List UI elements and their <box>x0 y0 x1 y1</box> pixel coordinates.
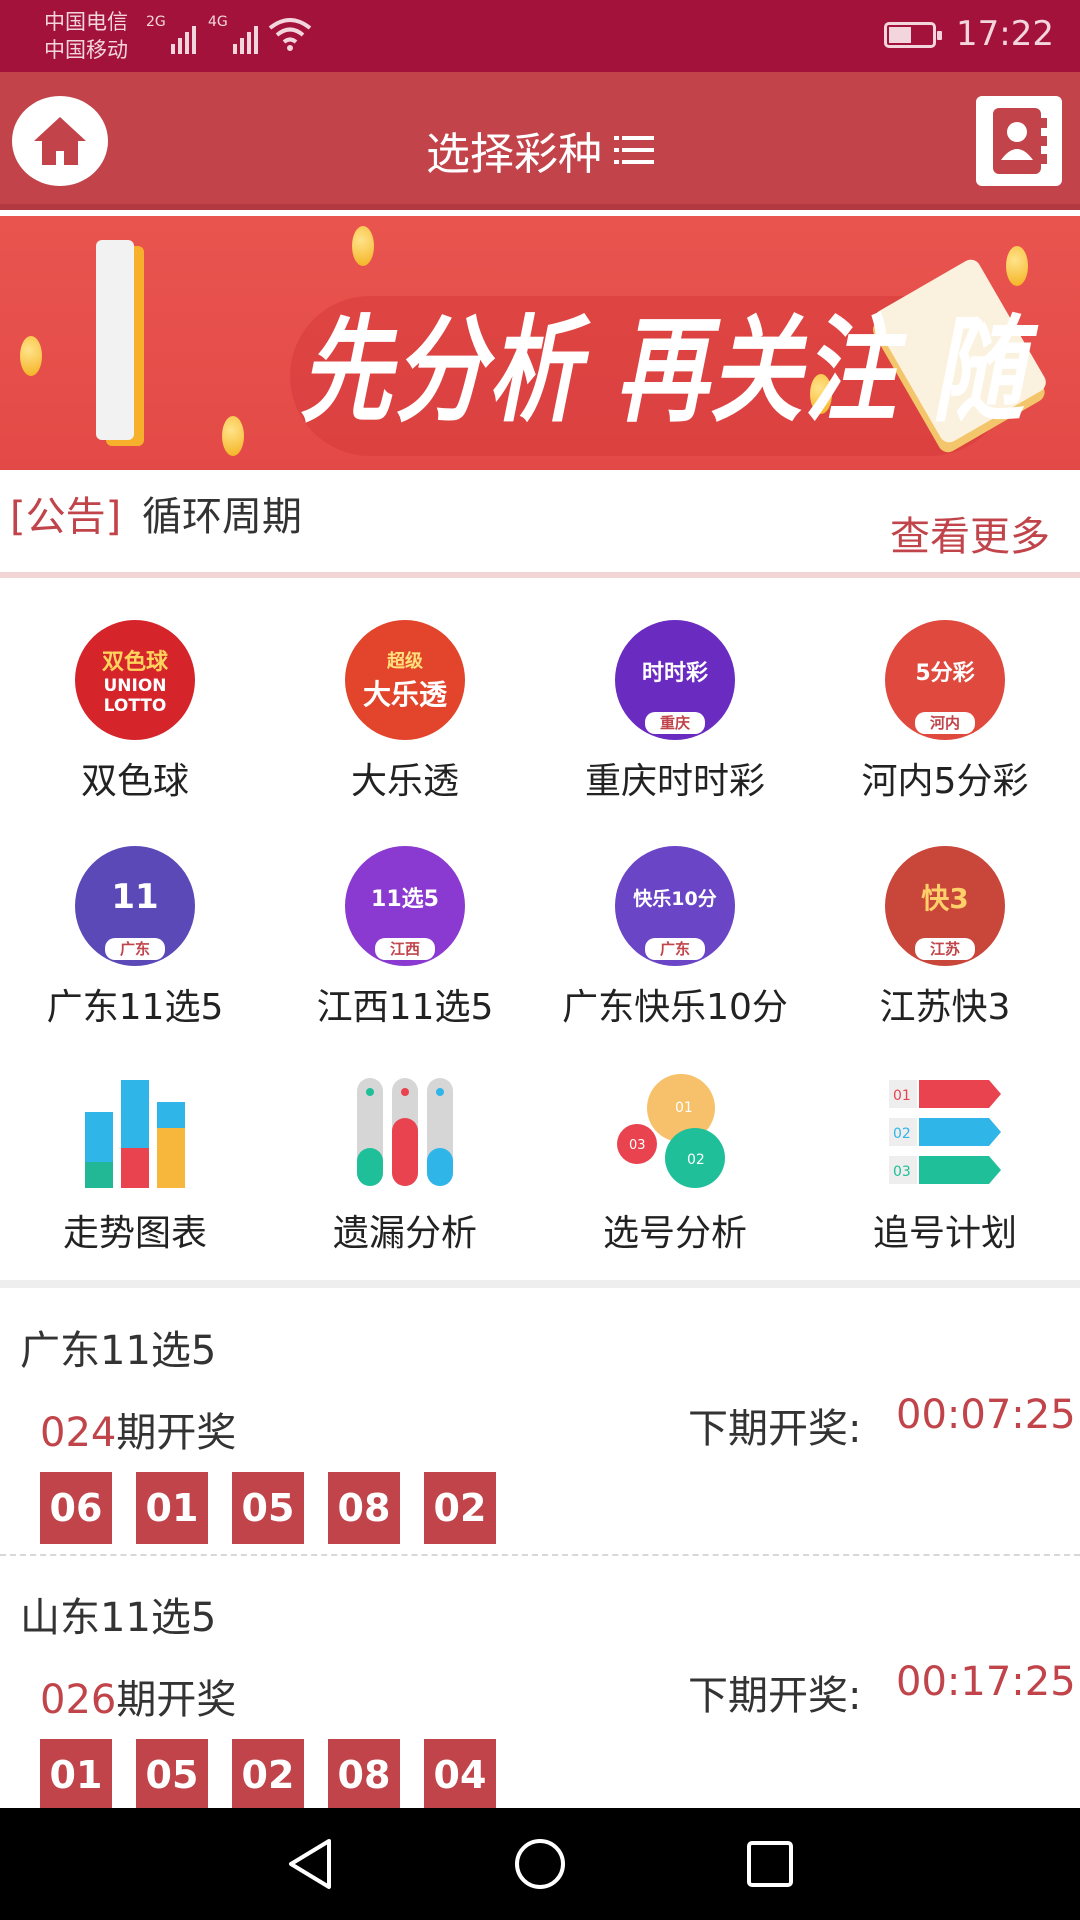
notice-tag: [公告] <box>10 494 122 540</box>
recents-square-icon <box>747 1841 793 1887</box>
carrier-1: 中国电信 <box>44 10 128 34</box>
hanoi-5min-icon: 5分彩 河内 <box>885 620 1005 740</box>
tool-item-omission[interactable]: 遗漏分析 <box>270 1056 540 1256</box>
carrier-2: 中国移动 <box>44 38 128 62</box>
game-item-hanoi[interactable]: 5分彩 河内 河内5分彩 <box>810 604 1080 804</box>
banner-illustration-left <box>96 240 134 440</box>
notice-bar[interactable]: [公告] 循环周期 查看更多 <box>0 482 1080 578</box>
signal-2g-icon: 2G <box>146 14 196 54</box>
page-title: 选择彩种 <box>426 129 602 180</box>
game-label: 重庆时时彩 <box>584 761 765 802</box>
contact-button[interactable] <box>976 96 1062 186</box>
happy-10min-icon: 快乐10分 广东 <box>615 846 735 966</box>
coin-icon <box>352 226 374 266</box>
svg-text:01: 01 <box>893 1088 911 1104</box>
back-triangle-icon <box>289 1839 331 1889</box>
tool-item-number-analysis[interactable]: 01 03 02 选号分析 <box>540 1056 810 1256</box>
game-item-gdkl10[interactable]: 快乐10分 广东 广东快乐10分 <box>540 830 810 1030</box>
number-ball: 08 <box>328 1472 400 1544</box>
tool-label: 追号计划 <box>872 1213 1017 1254</box>
section-divider <box>0 1280 1080 1288</box>
number-ball: 06 <box>40 1472 112 1544</box>
game-item-jsk3[interactable]: 快3 江苏 江苏快3 <box>810 830 1080 1030</box>
svg-text:03: 03 <box>893 1164 911 1180</box>
notice-text: 循环周期 <box>142 494 302 540</box>
number-ball: 02 <box>424 1472 496 1544</box>
promo-banner[interactable]: 先分析 再关注 随时随地测号 <box>0 216 1080 470</box>
result-lottery-name: 广东11选5 <box>20 1328 217 1374</box>
result-lottery-name: 山东11选5 <box>20 1595 217 1641</box>
recents-button[interactable] <box>738 1836 802 1892</box>
system-nav-bar <box>0 1808 1080 1920</box>
game-label: 江苏快3 <box>879 987 1011 1028</box>
game-label: 广东快乐10分 <box>562 987 788 1028</box>
gd-11x5-icon: 11 广东 <box>75 846 195 966</box>
game-label: 广东11选5 <box>46 987 224 1028</box>
svg-text:01: 01 <box>675 1100 693 1116</box>
battery-icon <box>884 22 942 48</box>
menu-icon <box>614 134 654 166</box>
game-item-jx11x5[interactable]: 11选5 江西 江西11选5 <box>270 830 540 1030</box>
number-ball: 08 <box>328 1739 400 1811</box>
status-bar: 中国电信 中国移动 2G 4G 17:22 <box>0 0 1080 72</box>
number-ball: 05 <box>232 1472 304 1544</box>
game-label: 江西11选5 <box>316 987 494 1028</box>
draw-result-card[interactable]: 山东11选5 026期开奖 下期开奖: 00:17:25 01 05 02 08… <box>0 1555 1080 1817</box>
game-item-gd11x5[interactable]: 11 广东 广东11选5 <box>0 830 270 1030</box>
tool-item-trend[interactable]: 走势图表 <box>0 1056 270 1256</box>
draw-numbers: 01 05 02 08 04 <box>40 1739 496 1811</box>
result-issue: 024期开奖 <box>40 1410 237 1456</box>
chase-plan-icon: 01 02 03 <box>889 1080 1001 1184</box>
number-ball: 05 <box>136 1739 208 1811</box>
trend-chart-icon <box>85 1080 185 1188</box>
next-draw-label: 下期开奖: <box>688 1406 862 1452</box>
draw-result-card[interactable]: 广东11选5 024期开奖 下期开奖: 00:07:25 06 01 05 08… <box>0 1288 1080 1550</box>
next-draw-label: 下期开奖: <box>688 1673 862 1719</box>
banner-slogan: 先分析 再关注 随时随地测号 <box>300 304 1027 438</box>
number-ball: 01 <box>40 1739 112 1811</box>
number-ball: 04 <box>424 1739 496 1811</box>
super-lotto-icon: 超级 大乐透 <box>345 620 465 740</box>
view-more-link[interactable]: 查看更多 <box>890 504 1050 562</box>
coin-icon <box>20 336 42 376</box>
contact-book-icon <box>993 108 1047 174</box>
jx-11x5-icon: 11选5 江西 <box>345 846 465 966</box>
signal-4g-icon: 4G <box>208 14 258 54</box>
game-item-cqssc[interactable]: 时时彩 重庆 重庆时时彩 <box>540 604 810 804</box>
carrier-names: 中国电信 中国移动 <box>44 8 128 64</box>
svg-text:02: 02 <box>687 1152 705 1168</box>
lottery-selector[interactable]: 选择彩种 <box>0 118 1080 182</box>
tool-label: 遗漏分析 <box>332 1213 477 1254</box>
number-analysis-icon: 01 03 02 <box>617 1074 725 1188</box>
game-item-dlt[interactable]: 超级 大乐透 大乐透 <box>270 604 540 804</box>
svg-text:03: 03 <box>629 1138 646 1153</box>
game-label: 大乐透 <box>350 761 459 802</box>
home-nav-button[interactable] <box>508 1836 572 1892</box>
top-header: 选择彩种 <box>0 72 1080 210</box>
result-issue: 026期开奖 <box>40 1677 237 1723</box>
game-item-ssq[interactable]: 双色球 UNION LOTTO 双色球 <box>0 604 270 804</box>
union-lotto-icon: 双色球 UNION LOTTO <box>75 620 195 740</box>
game-label: 双色球 <box>80 761 189 802</box>
next-draw-countdown: 00:17:25 <box>896 1659 1076 1705</box>
tool-item-chase-plan[interactable]: 01 02 03 追号计划 <box>810 1056 1080 1256</box>
omission-analysis-icon <box>357 1078 453 1186</box>
coin-icon <box>222 416 244 456</box>
clock: 17:22 <box>956 14 1054 54</box>
jiangsu-k3-icon: 快3 江苏 <box>885 846 1005 966</box>
number-ball: 01 <box>136 1472 208 1544</box>
home-circle-icon <box>515 1839 565 1889</box>
tool-label: 选号分析 <box>602 1213 747 1254</box>
back-button[interactable] <box>278 1836 342 1892</box>
game-label: 河内5分彩 <box>861 761 1029 802</box>
draw-numbers: 06 01 05 08 02 <box>40 1472 496 1544</box>
number-ball: 02 <box>232 1739 304 1811</box>
next-draw-countdown: 00:07:25 <box>896 1392 1076 1438</box>
svg-text:02: 02 <box>893 1126 911 1142</box>
tool-label: 走势图表 <box>62 1213 207 1254</box>
shishicai-icon: 时时彩 重庆 <box>615 620 735 740</box>
wifi-icon <box>268 18 312 51</box>
